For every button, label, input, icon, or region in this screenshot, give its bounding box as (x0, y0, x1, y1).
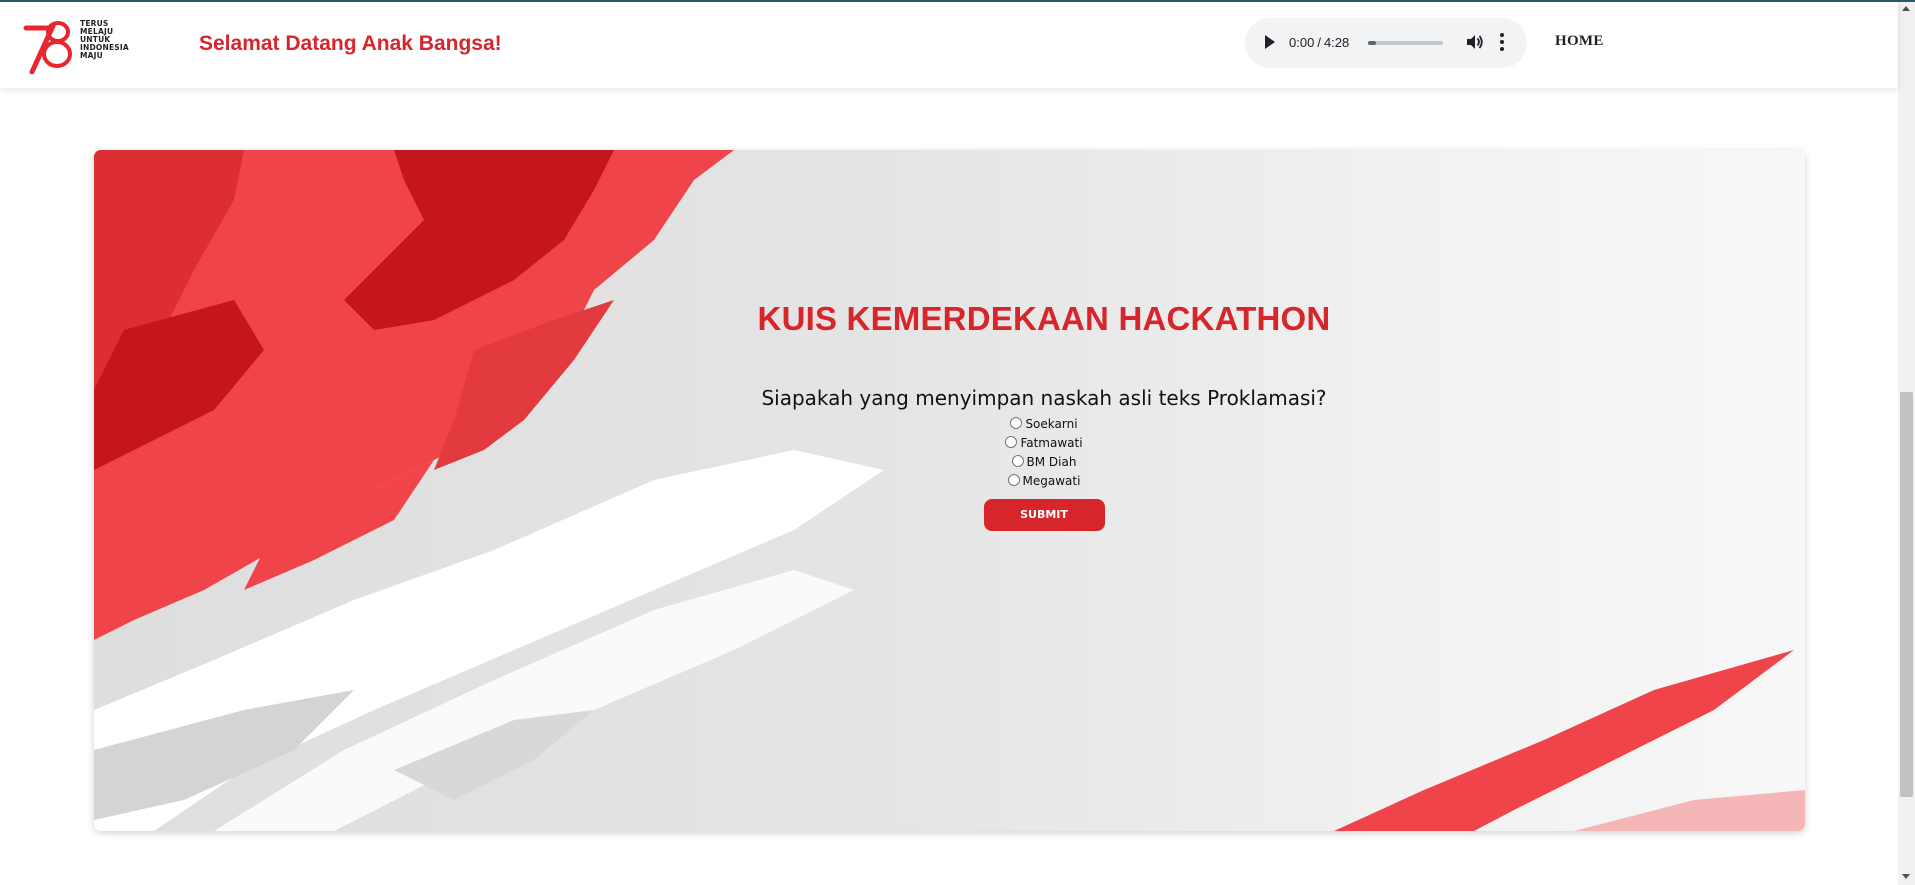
answer-option-bm-diah[interactable]: BM Diah (594, 453, 1494, 472)
logo-text: TERUS MELAJU UNTUK INDONESIA MAJU (80, 20, 129, 60)
radio-button[interactable] (1010, 417, 1023, 429)
quiz-card: KUIS KEMERDEKAAN HACKATHON Siapakah yang… (94, 150, 1805, 831)
top-navbar: TERUS MELAJU UNTUK INDONESIA MAJU Selama… (0, 2, 1898, 88)
logo[interactable]: TERUS MELAJU UNTUK INDONESIA MAJU (22, 12, 132, 76)
duration: 4:28 (1323, 35, 1350, 50)
page-scrollbar[interactable] (1898, 2, 1915, 885)
time-separator: / (1317, 35, 1321, 50)
scroll-up-arrow-icon[interactable] (1902, 6, 1910, 11)
logo-78-icon (23, 21, 72, 74)
answer-option-soekarni[interactable]: Soekarni (594, 415, 1494, 434)
submit-button[interactable]: SUBMIT (983, 499, 1105, 531)
more-options-icon[interactable] (1499, 33, 1505, 53)
seek-bar[interactable] (1368, 41, 1443, 45)
current-time: 0:00 (1289, 35, 1315, 50)
volume-icon[interactable] (1465, 33, 1483, 51)
audio-player[interactable]: 0:00/4:28 (1245, 18, 1527, 68)
scroll-down-arrow-icon[interactable] (1902, 874, 1910, 879)
radio-button[interactable] (1007, 474, 1020, 486)
quiz-question: Siapakah yang menyimpan naskah asli teks… (761, 386, 1327, 410)
scroll-thumb[interactable] (1900, 392, 1913, 797)
quiz-title: KUIS KEMERDEKAAN HACKATHON (757, 300, 1331, 337)
logo-line: MAJU (80, 51, 103, 60)
play-icon[interactable] (1265, 35, 1275, 49)
answer-option-label: Fatmawati (1020, 436, 1083, 450)
answer-option-megawati[interactable]: Megawati (594, 472, 1494, 491)
radio-button[interactable] (1005, 436, 1018, 448)
answer-option-fatmawati[interactable]: Fatmawati (594, 434, 1494, 453)
answer-options: Soekarni Fatmawati BM Diah Megawati (594, 415, 1494, 491)
answer-option-label: Megawati (1022, 474, 1081, 488)
radio-button[interactable] (1011, 455, 1024, 467)
seek-bar-fill (1368, 41, 1376, 45)
time-display: 0:00/4:28 (1289, 35, 1349, 50)
answer-option-label: BM Diah (1026, 455, 1077, 469)
nav-home-link[interactable]: HOME (1555, 33, 1604, 50)
answer-option-label: Soekarni (1025, 417, 1078, 431)
quiz-form: KUIS KEMERDEKAAN HACKATHON Siapakah yang… (594, 295, 1494, 531)
welcome-text: Selamat Datang Anak Bangsa! (199, 32, 502, 55)
